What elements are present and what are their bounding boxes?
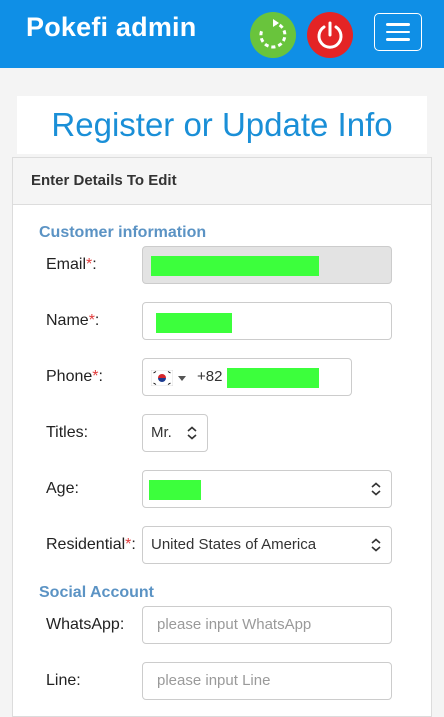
titles-select[interactable]: Mr. [142, 414, 208, 452]
page-title: Register or Update Info [51, 106, 393, 143]
whatsapp-label: WhatsApp: [46, 616, 125, 633]
refresh-button[interactable] [250, 12, 296, 58]
select-updown-icon [371, 482, 381, 496]
caret-down-icon [178, 376, 186, 381]
age-select[interactable] [142, 470, 392, 508]
line-placeholder: please input Line [157, 672, 271, 689]
name-label: Name*: [46, 312, 100, 329]
name-field[interactable] [142, 302, 392, 340]
select-updown-icon [371, 538, 381, 552]
titles-selected-value: Mr. [151, 424, 172, 441]
age-label: Age: [46, 480, 79, 497]
edit-form-panel: Enter Details To Edit Customer informati… [12, 157, 432, 717]
top-nav-bar: Pokefi admin [0, 0, 444, 68]
south-korea-flag-icon [151, 370, 173, 386]
customer-section-title: Customer information [39, 224, 207, 241]
social-section-title: Social Account [39, 584, 154, 601]
whatsapp-placeholder: please input WhatsApp [157, 616, 312, 633]
email-field[interactable] [142, 246, 392, 284]
titles-label: Titles: [46, 424, 89, 441]
whatsapp-input[interactable]: please input WhatsApp [142, 606, 392, 644]
brand-title[interactable]: Pokefi admin [26, 12, 196, 43]
line-label: Line: [46, 672, 81, 689]
line-input[interactable]: please input Line [142, 662, 392, 700]
phone-field[interactable]: +82 [142, 358, 352, 396]
phone-country-prefix: +82 [197, 368, 223, 385]
logout-power-button[interactable] [307, 12, 353, 58]
power-icon [317, 21, 343, 49]
refresh-icon [259, 19, 287, 49]
residential-select[interactable]: United States of America [142, 526, 392, 564]
email-label: Email*: [46, 256, 97, 273]
phone-label: Phone*: [46, 368, 103, 385]
residential-selected-value: United States of America [151, 536, 317, 553]
country-code-dropdown[interactable] [151, 369, 189, 387]
title-card: Register or Update Info [17, 96, 427, 154]
residential-label: Residential*: [46, 536, 136, 553]
panel-heading: Enter Details To Edit [13, 158, 431, 205]
menu-toggle-button[interactable] [374, 13, 422, 51]
hamburger-menu-icon [386, 23, 410, 26]
select-updown-icon [187, 426, 197, 440]
